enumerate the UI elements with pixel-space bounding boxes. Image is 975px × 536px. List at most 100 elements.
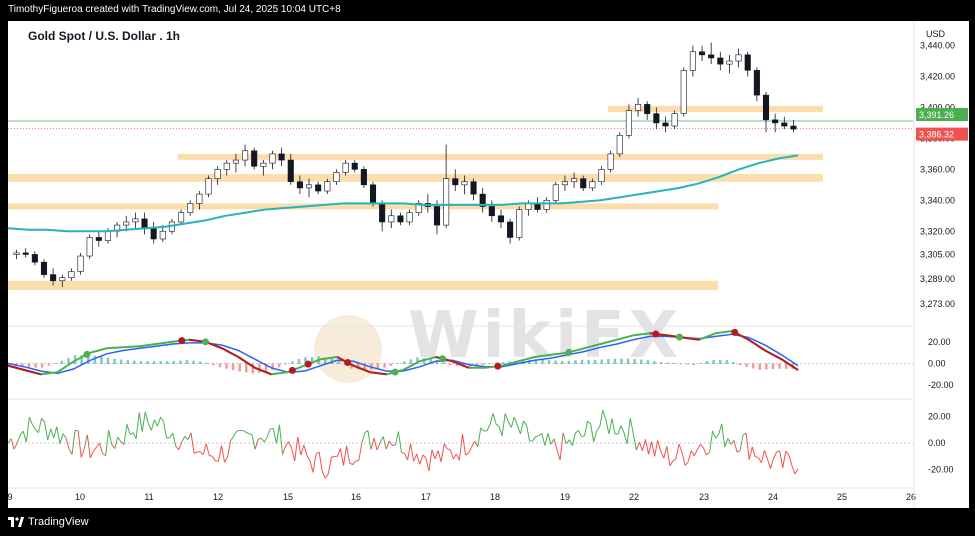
oscillator-segment	[187, 432, 192, 440]
candle-body	[187, 203, 194, 213]
candle-body	[772, 119, 779, 124]
wave-histogram-bar	[205, 362, 208, 364]
x-tick-label: 11	[144, 492, 153, 502]
oscillator-segment	[532, 436, 537, 442]
candle-body	[86, 237, 93, 257]
tradingview-icon	[8, 517, 24, 527]
wave-histogram-bar	[732, 362, 735, 364]
candle-body	[196, 193, 203, 204]
wave-histogram-bar	[778, 363, 781, 369]
candle-body	[305, 184, 313, 189]
oscillator-segment	[745, 433, 750, 460]
oscillator-segment	[193, 451, 198, 454]
oscillator-segment	[431, 449, 436, 460]
oscillator-segment	[199, 451, 204, 455]
candle-body	[59, 277, 66, 282]
oscillator-segment	[385, 440, 390, 450]
wave-cross-dot	[304, 360, 312, 368]
oscillator-segment	[83, 434, 88, 450]
oscillator-segment	[422, 454, 427, 459]
oscillator-segment	[672, 458, 677, 462]
candle-body	[497, 215, 505, 223]
oscillator-segment	[364, 430, 369, 434]
oscillator-segment	[272, 428, 277, 444]
chart-frame[interactable]: WikiFX 9 10 11 12 15 16 17 18 19 22 23 24 25 26 3,440.0…	[8, 21, 969, 508]
oscillator-segment	[501, 413, 506, 436]
wave-histogram-bar	[376, 363, 380, 369]
wave-histogram-bar	[54, 363, 57, 364]
wave-histogram-bar	[593, 359, 597, 364]
oscillator-segment	[230, 435, 235, 441]
oscillator-segment	[68, 448, 73, 455]
wave-histogram-bar	[719, 359, 722, 364]
oscillator-segment	[392, 444, 396, 447]
oscillator-segment	[471, 440, 476, 448]
oscillator-segment	[132, 432, 137, 440]
x-tick-label: 16	[351, 492, 361, 502]
oscillator-segment	[440, 443, 445, 462]
oscillator-segment	[684, 461, 689, 466]
oscillator-segment	[526, 425, 531, 442]
candle-body	[50, 274, 57, 282]
wave-histogram-bar	[245, 363, 248, 373]
price-label-text: 3,386.32	[919, 130, 954, 140]
oscillator-segment	[315, 451, 320, 455]
wave-histogram-bar	[166, 361, 169, 364]
candle-body	[132, 218, 139, 223]
wave-histogram-bar	[482, 363, 485, 366]
wave-histogram-bar	[396, 363, 399, 364]
candle-body	[461, 181, 468, 186]
oscillator-segment	[519, 420, 524, 434]
oscillator-segment	[751, 446, 756, 458]
wave-histogram-bar	[60, 360, 64, 364]
x-tick-label: 24	[768, 492, 778, 502]
candle-body	[726, 60, 733, 65]
oscillator-segment	[559, 432, 564, 461]
candle-body	[40, 261, 48, 275]
candle-body	[653, 113, 660, 124]
wave-histogram-bar	[258, 363, 261, 373]
candle-body	[561, 181, 568, 186]
oscillator-segment	[465, 452, 469, 456]
candle-body	[680, 70, 687, 114]
oscillator-segment	[468, 446, 473, 454]
oscillator-segment	[599, 410, 604, 427]
oscillator-segment	[410, 443, 415, 462]
tradingview-logo[interactable]: TradingView	[8, 516, 89, 528]
oscillator-segment	[181, 435, 186, 442]
wave-histogram-bar	[212, 363, 215, 366]
price-tick-label: 3,420.00	[920, 72, 955, 82]
wave-cross-dot	[178, 337, 186, 345]
chart-canvas[interactable]: WikiFX9 10 11 12 15 16 17 18 19 22 23 24 25 263,440.0…	[8, 21, 969, 508]
candle-body	[488, 206, 495, 217]
oscillator-segment	[321, 470, 326, 479]
oscillator-segment	[108, 430, 113, 445]
wave-histogram-bar	[389, 363, 393, 366]
oscillator-segment	[25, 417, 30, 443]
oscillator-segment	[339, 448, 345, 466]
x-tick-label: 15	[283, 492, 293, 502]
wave-histogram-bar	[179, 360, 182, 364]
oscillator-segment	[31, 424, 36, 430]
oscillator-segment	[163, 421, 168, 439]
oscillator-segment	[507, 421, 512, 428]
oscillator-segment	[568, 439, 573, 446]
oscillator-segment	[547, 433, 552, 445]
oscillator-segment	[709, 430, 714, 453]
wave-cross-dot	[652, 330, 660, 338]
candle-body	[598, 169, 605, 183]
oscillator-segment	[770, 458, 775, 469]
oscillator-segment	[437, 450, 442, 463]
oscillator-segment	[257, 437, 262, 441]
candle-body	[689, 51, 696, 71]
wave-histogram-bar	[541, 359, 544, 364]
oscillator-segment	[669, 460, 674, 467]
wave-histogram-bar	[501, 361, 505, 364]
oscillator-segment	[373, 437, 378, 451]
wave-cross-dot	[439, 355, 446, 363]
oscillator-segment	[44, 422, 49, 441]
wave-histogram-bar	[699, 363, 702, 364]
wave-histogram-bar	[659, 362, 663, 364]
wave-histogram-bar	[666, 362, 669, 364]
wave-histogram-bar	[607, 359, 610, 364]
